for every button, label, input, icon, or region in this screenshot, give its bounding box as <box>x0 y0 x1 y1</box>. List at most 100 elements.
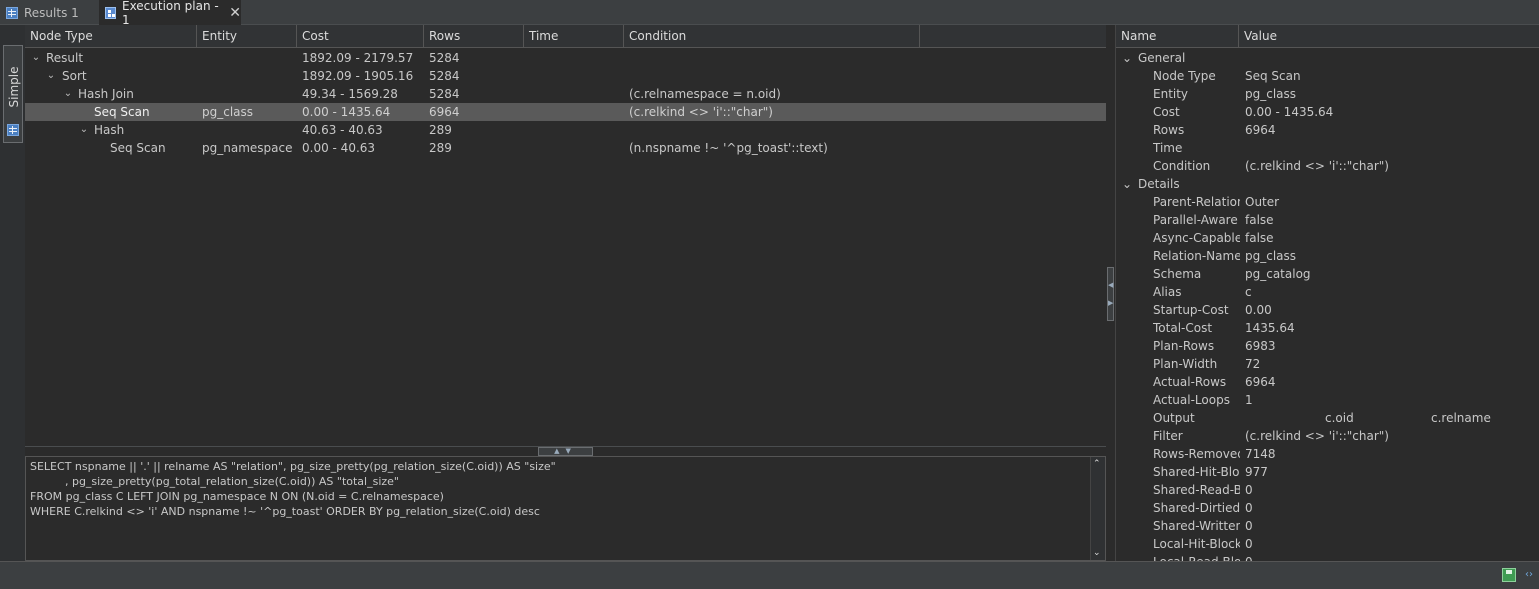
property-name: Parent-Relations <box>1153 195 1240 209</box>
property-name: Actual-Rows <box>1153 375 1227 389</box>
property-value: Seq Scan <box>1245 69 1301 83</box>
node-type: Hash Join <box>78 87 134 101</box>
property-value: pg_class <box>1245 249 1297 263</box>
node-type: Result <box>46 51 84 65</box>
plan-row[interactable]: ⌄ Hash 40.63 - 40.63 289 <box>25 121 1106 139</box>
plan-tree: Node Type Entity Cost Rows Time Conditio… <box>25 25 1106 446</box>
tab-execution-plan-1[interactable]: Execution plan - 1 ✕ <box>99 0 241 27</box>
property-value: pg_catalog <box>1245 267 1311 281</box>
property-row[interactable]: Actual-Rows 6964 <box>1116 373 1539 391</box>
property-row[interactable]: Time <box>1116 139 1539 157</box>
grid-icon <box>6 6 18 19</box>
save-icon[interactable] <box>1502 568 1516 582</box>
splitter-handle[interactable]: ◀ ▶ <box>1107 267 1114 321</box>
property-row[interactable]: Total-Cost 1435.64 <box>1116 319 1539 337</box>
splitter-handle[interactable]: ▲▼ <box>538 447 593 456</box>
column-header-entity[interactable]: Entity <box>197 25 297 48</box>
property-name: Startup-Cost <box>1153 303 1229 317</box>
property-row[interactable]: Node Type Seq Scan <box>1116 67 1539 85</box>
property-row[interactable]: Actual-Loops 1 <box>1116 391 1539 409</box>
property-row[interactable]: Condition (c.relkind <> 'i'::"char") <box>1116 157 1539 175</box>
properties-header: Name Value <box>1116 25 1539 48</box>
group-label: Details <box>1138 177 1180 191</box>
scroll-down-icon[interactable]: ⌄ <box>1093 548 1101 558</box>
entity: pg_namespace <box>202 141 293 155</box>
tab-label: Execution plan - 1 <box>121 0 219 27</box>
property-row[interactable]: Local-Read-Bloc 0 <box>1116 553 1539 561</box>
group-label: General <box>1138 51 1186 65</box>
condition: (n.nspname !~ '^pg_toast'::text) <box>629 141 828 155</box>
simple-view-icon <box>7 124 19 136</box>
property-value: 0 <box>1245 553 1253 561</box>
plan-row-selected[interactable]: Seq Scan pg_class 0.00 - 1435.64 6964 (c… <box>25 103 1106 121</box>
property-row[interactable]: Rows 6964 <box>1116 121 1539 139</box>
status-bar: ‹› <box>0 561 1539 589</box>
property-row[interactable]: Parallel-Aware false <box>1116 211 1539 229</box>
property-group-details[interactable]: ⌄ Details <box>1116 175 1539 193</box>
property-row[interactable]: Parent-Relations Outer <box>1116 193 1539 211</box>
property-row[interactable]: Output c.oid c.relname <box>1116 409 1539 427</box>
property-value: false <box>1245 231 1274 245</box>
property-value: c.oid <box>1325 411 1354 425</box>
property-name: Output <box>1153 411 1195 425</box>
column-header-cost[interactable]: Cost <box>297 25 424 48</box>
property-group-general[interactable]: ⌄ General <box>1116 49 1539 67</box>
property-row[interactable]: Shared-Read-Bl 0 <box>1116 481 1539 499</box>
sql-text-area[interactable]: SELECT nspname || '.' || relname AS "rel… <box>25 456 1106 561</box>
cost: 40.63 - 40.63 <box>302 123 383 137</box>
column-header-node-type[interactable]: Node Type <box>25 25 197 48</box>
property-row[interactable]: Plan-Width 72 <box>1116 355 1539 373</box>
property-value: c.relname <box>1431 411 1491 425</box>
close-icon[interactable]: ✕ <box>229 5 241 21</box>
column-header-name[interactable]: Name <box>1116 25 1239 48</box>
rows: 5284 <box>429 69 460 83</box>
sql-line: WHERE C.relkind <> 'i' AND nspname !~ '^… <box>30 505 540 518</box>
property-row[interactable]: Filter (c.relkind <> 'i'::"char") <box>1116 427 1539 445</box>
property-row[interactable]: Shared-Hit-Bloc 977 <box>1116 463 1539 481</box>
column-header-condition[interactable]: Condition <box>624 25 920 48</box>
rows: 5284 <box>429 87 460 101</box>
property-row[interactable]: Cost 0.00 - 1435.64 <box>1116 103 1539 121</box>
plan-row[interactable]: ⌄ Sort 1892.09 - 1905.16 5284 <box>25 67 1106 85</box>
sql-line: , pg_size_pretty(pg_total_relation_size(… <box>30 475 399 488</box>
property-value: 0.00 - 1435.64 <box>1245 105 1334 119</box>
vertical-splitter: ◀ ▶ <box>1106 25 1115 565</box>
chevron-down-icon[interactable]: ⌄ <box>1122 49 1132 67</box>
scroll-up-icon[interactable]: ⌃ <box>1093 459 1101 469</box>
node-type: Hash <box>94 123 125 137</box>
property-name: Shared-Dirtied- <box>1153 501 1240 515</box>
property-row[interactable]: Schema pg_catalog <box>1116 265 1539 283</box>
navigate-icon[interactable]: ‹› <box>1525 568 1539 582</box>
property-row[interactable]: Plan-Rows 6983 <box>1116 337 1539 355</box>
column-header-value[interactable]: Value <box>1239 25 1539 48</box>
tab-bar: Results 1 Execution plan - 1 ✕ <box>0 0 1539 27</box>
property-row[interactable]: Async-Capable false <box>1116 229 1539 247</box>
chevron-down-icon[interactable]: ⌄ <box>78 121 90 139</box>
column-header-time[interactable]: Time <box>524 25 624 48</box>
property-row[interactable]: Shared-Dirtied- 0 <box>1116 499 1539 517</box>
sql-scrollbar[interactable]: ⌃ ⌄ <box>1090 457 1105 560</box>
property-name: Entity <box>1153 87 1189 101</box>
property-name: Parallel-Aware <box>1153 213 1238 227</box>
plan-row[interactable]: ⌄ Hash Join 49.34 - 1569.28 5284 (c.reln… <box>25 85 1106 103</box>
property-row[interactable]: Local-Hit-Blocks 0 <box>1116 535 1539 553</box>
property-row[interactable]: Shared-Written- 0 <box>1116 517 1539 535</box>
chevron-down-icon[interactable]: ⌄ <box>62 85 74 103</box>
plan-row[interactable]: ⌄ Result 1892.09 - 2179.57 5284 <box>25 49 1106 67</box>
property-name: Rows-Removed- <box>1153 447 1240 461</box>
chevron-down-icon[interactable]: ⌄ <box>45 67 57 85</box>
column-header-rows[interactable]: Rows <box>424 25 524 48</box>
property-name: Shared-Hit-Bloc <box>1153 465 1240 479</box>
property-row[interactable]: Relation-Name pg_class <box>1116 247 1539 265</box>
property-row[interactable]: Alias c <box>1116 283 1539 301</box>
property-row[interactable]: Startup-Cost 0.00 <box>1116 301 1539 319</box>
simple-label: Simple <box>7 66 21 108</box>
plan-row[interactable]: Seq Scan pg_namespace 0.00 - 40.63 289 (… <box>25 139 1106 157</box>
simple-view-toggle[interactable]: Simple <box>3 45 23 143</box>
tab-label: Results 1 <box>24 5 79 20</box>
chevron-down-icon[interactable]: ⌄ <box>30 49 42 67</box>
chevron-down-icon[interactable]: ⌄ <box>1122 175 1132 193</box>
property-row[interactable]: Entity pg_class <box>1116 85 1539 103</box>
property-row[interactable]: Rows-Removed- 7148 <box>1116 445 1539 463</box>
tab-results-1[interactable]: Results 1 <box>0 0 96 25</box>
